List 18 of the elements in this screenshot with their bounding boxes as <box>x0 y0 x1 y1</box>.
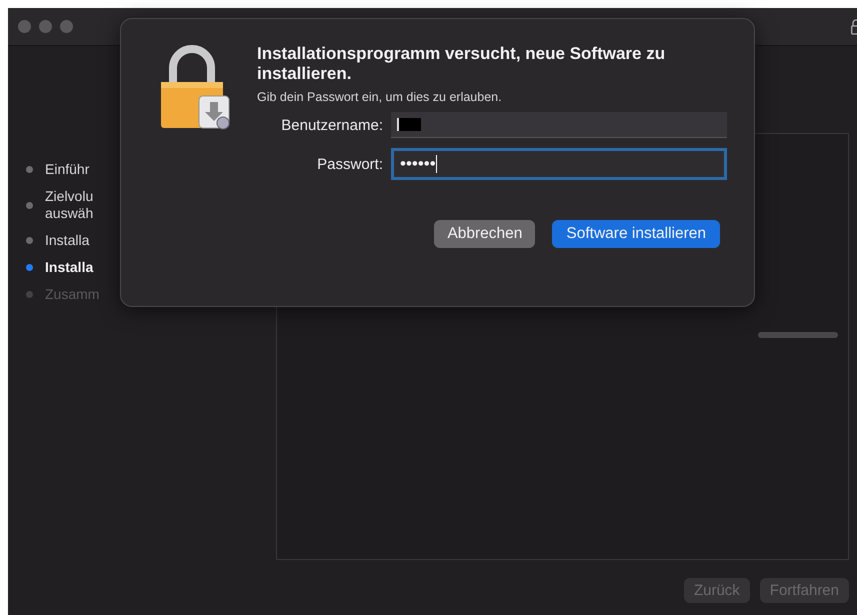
dialog-title: Installationsprogramm versucht, neue Software zu installieren. <box>257 44 666 84</box>
step-label: Installa <box>45 259 94 276</box>
step-label: Zielvolu auswäh <box>45 188 94 222</box>
step-label: Einführ <box>45 161 90 178</box>
field-label: Passwort: <box>317 156 383 172</box>
password-dots: •••••• <box>400 154 436 174</box>
window-control-icon[interactable] <box>60 20 73 33</box>
window-control-icon[interactable] <box>39 20 52 33</box>
field-label: Benutzername: <box>281 116 383 134</box>
window-control-icon[interactable] <box>18 20 31 33</box>
step-label: Zusamm <box>45 286 100 303</box>
redaction-block <box>397 118 421 131</box>
dialog-button[interactable]: Software installieren <box>552 220 720 248</box>
step-label: Installa <box>45 232 90 249</box>
dialog-button[interactable]: Abbrechen <box>434 220 536 248</box>
username-field[interactable] <box>391 112 727 138</box>
password-field[interactable]: •••••• <box>391 148 727 180</box>
dialog-message: Gib dein Passwort ein, um dies zu erlauben. <box>257 90 503 104</box>
